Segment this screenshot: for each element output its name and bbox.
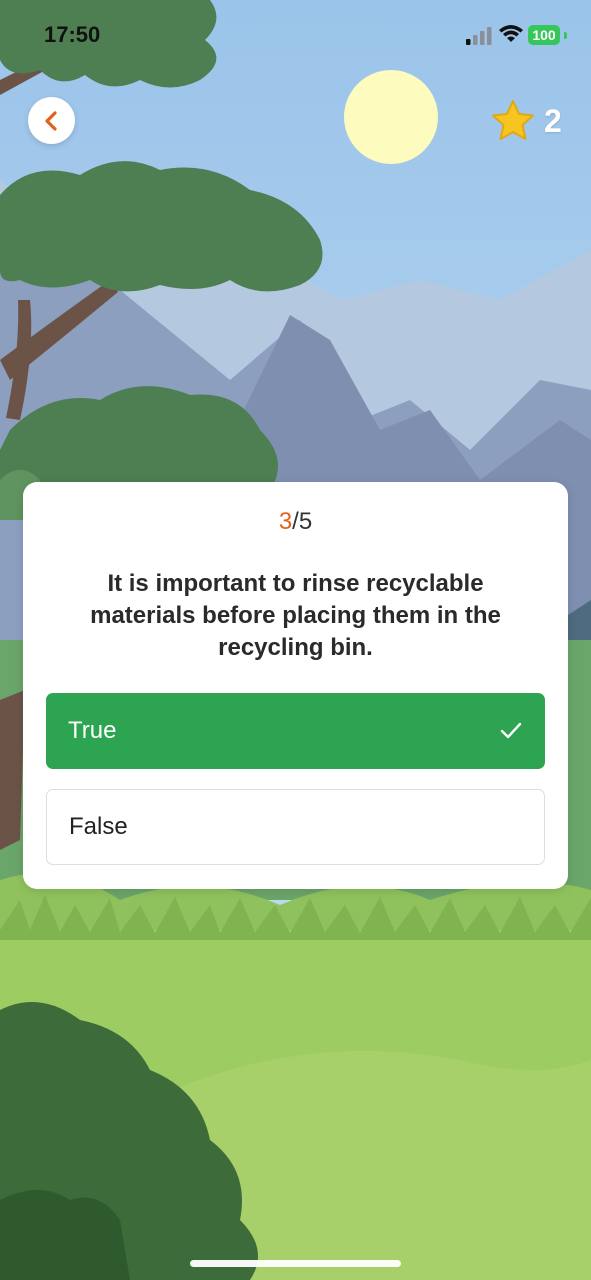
- battery-tip: [564, 32, 567, 39]
- progress-current: 3: [278, 508, 293, 535]
- progress-total: /5: [292, 508, 313, 535]
- back-button[interactable]: [28, 97, 75, 144]
- wifi-icon: [499, 25, 523, 42]
- question-text: It is important to rinse recyclable mate…: [90, 570, 501, 661]
- question-card: 3/5 It is important to rinse recyclable …: [23, 482, 568, 889]
- status-time: 17:50: [44, 22, 101, 47]
- score-value: 2: [544, 102, 562, 139]
- score-display: 2: [490, 96, 562, 146]
- option-label: True: [68, 717, 117, 744]
- checkmark-icon: [500, 722, 522, 739]
- home-indicator[interactable]: [190, 1260, 401, 1267]
- question-progress: 3/5: [23, 508, 568, 536]
- status-bar: 17:50 100: [0, 0, 591, 70]
- answer-option-true[interactable]: True: [46, 693, 545, 769]
- star-icon: [492, 100, 534, 140]
- battery-indicator: 100: [528, 25, 560, 45]
- chevron-left-icon: [44, 110, 57, 131]
- cellular-signal-icon: [466, 27, 492, 45]
- option-label: False: [69, 813, 128, 840]
- answer-option-false[interactable]: False: [46, 789, 545, 865]
- sun-icon: [344, 70, 438, 164]
